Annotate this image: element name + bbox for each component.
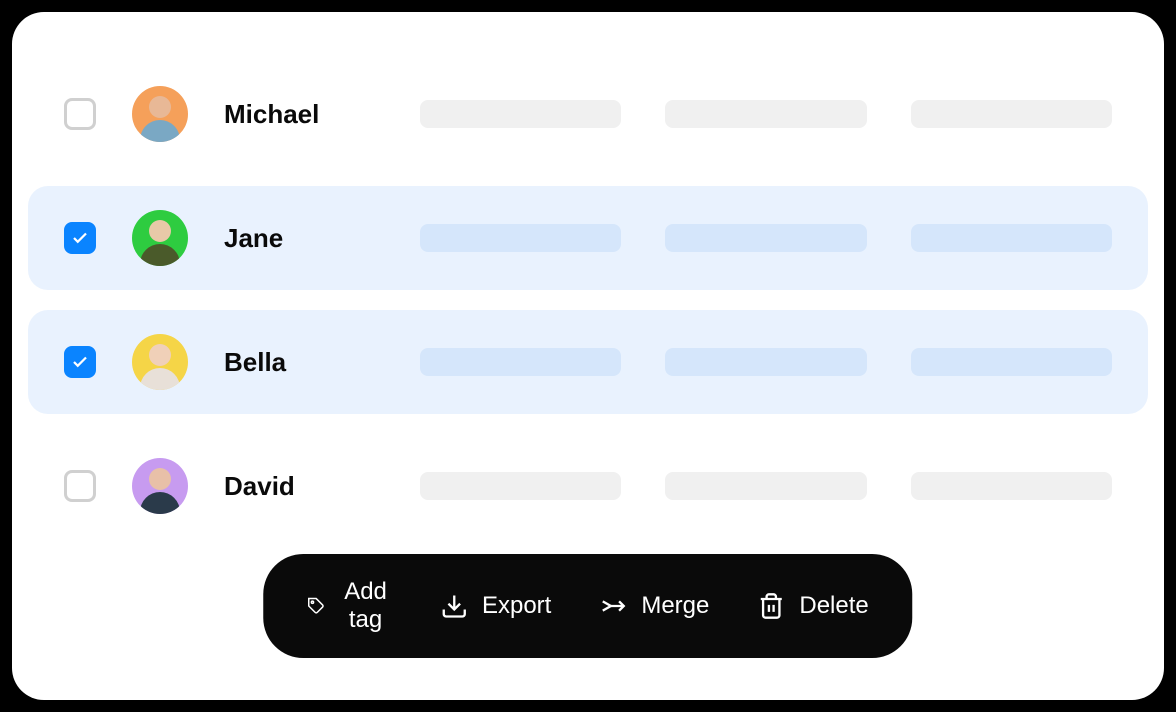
tag-icon: [307, 592, 325, 620]
check-icon: [71, 229, 89, 247]
contacts-panel: MichaelJaneBellaDavid Add tag Export Me: [12, 12, 1164, 700]
trash-icon: [757, 592, 785, 620]
contact-row[interactable]: Michael: [28, 62, 1148, 166]
placeholder-cell: [420, 224, 621, 252]
placeholder-cell: [911, 224, 1112, 252]
row-checkbox[interactable]: [64, 346, 96, 378]
placeholder-cell: [911, 348, 1112, 376]
placeholder-cell: [665, 472, 866, 500]
delete-label: Delete: [799, 592, 868, 620]
avatar: [132, 210, 188, 266]
add-tag-label: Add tag: [339, 578, 392, 634]
placeholder-cell: [665, 348, 866, 376]
export-label: Export: [482, 592, 551, 620]
merge-button[interactable]: Merge: [599, 592, 709, 620]
row-placeholders: [420, 348, 1112, 376]
contact-row[interactable]: Jane: [28, 186, 1148, 290]
row-placeholders: [420, 100, 1112, 128]
contact-name: Jane: [224, 223, 384, 254]
avatar: [132, 458, 188, 514]
row-checkbox[interactable]: [64, 470, 96, 502]
row-checkbox[interactable]: [64, 222, 96, 254]
placeholder-cell: [665, 224, 866, 252]
download-icon: [440, 592, 468, 620]
placeholder-cell: [911, 100, 1112, 128]
add-tag-button[interactable]: Add tag: [307, 578, 392, 634]
placeholder-cell: [420, 348, 621, 376]
row-placeholders: [420, 472, 1112, 500]
contact-name: Michael: [224, 99, 384, 130]
bulk-action-toolbar: Add tag Export Merge: [263, 554, 912, 658]
row-checkbox[interactable]: [64, 98, 96, 130]
contact-name: Bella: [224, 347, 384, 378]
merge-icon: [599, 592, 627, 620]
delete-button[interactable]: Delete: [757, 592, 868, 620]
export-button[interactable]: Export: [440, 592, 551, 620]
placeholder-cell: [420, 472, 621, 500]
placeholder-cell: [420, 100, 621, 128]
contact-name: David: [224, 471, 384, 502]
placeholder-cell: [911, 472, 1112, 500]
check-icon: [71, 353, 89, 371]
merge-label: Merge: [641, 592, 709, 620]
contact-row[interactable]: David: [28, 434, 1148, 538]
placeholder-cell: [665, 100, 866, 128]
contact-row[interactable]: Bella: [28, 310, 1148, 414]
row-placeholders: [420, 224, 1112, 252]
contacts-list: Michael Jane Bella David: [28, 62, 1148, 538]
avatar: [132, 334, 188, 390]
avatar: [132, 86, 188, 142]
